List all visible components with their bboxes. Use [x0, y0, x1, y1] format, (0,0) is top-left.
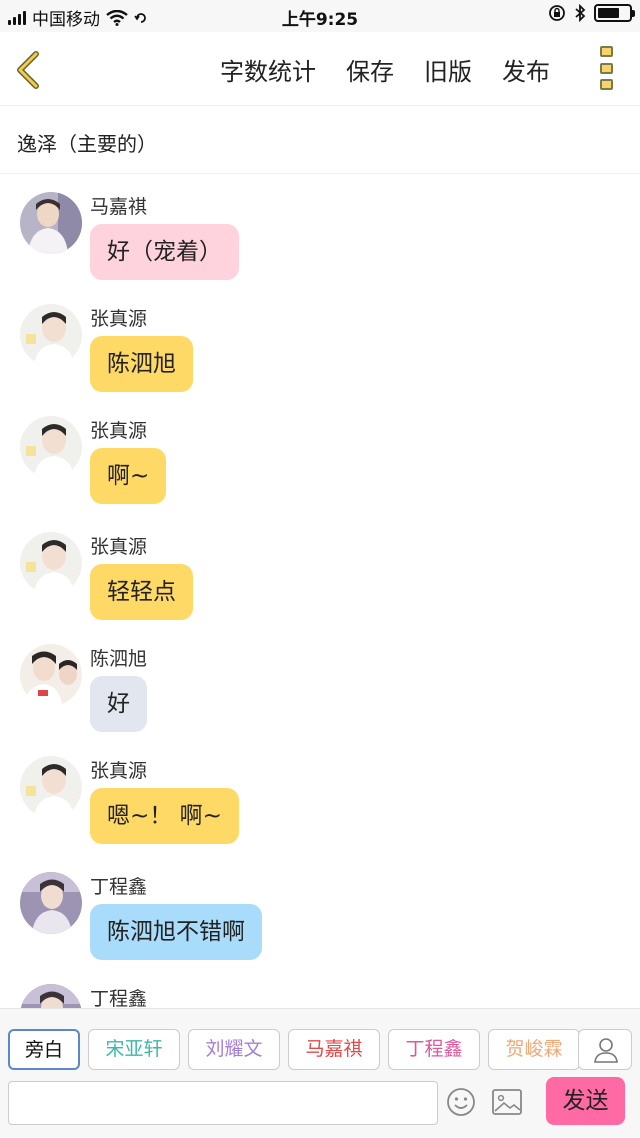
add-character-button[interactable] — [578, 1029, 632, 1070]
word-count-button[interactable]: 字数统计 — [220, 52, 316, 87]
orientation-lock-icon — [549, 5, 565, 21]
message-bubble[interactable]: 嗯~！ 啊~ — [90, 788, 239, 844]
sender-name: 张真源 — [90, 760, 148, 782]
character-chip[interactable]: 刘耀文 — [188, 1029, 280, 1070]
image-icon[interactable] — [491, 1087, 523, 1117]
sender-name: 马嘉祺 — [90, 196, 148, 218]
save-button[interactable]: 保存 — [346, 52, 394, 87]
character-chip-narrator[interactable]: 旁白 — [8, 1029, 80, 1070]
avatar[interactable] — [20, 192, 82, 254]
status-bar: 中国移动 上午9:25 — [0, 0, 640, 32]
composer-bar: 旁白 宋亚轩 刘耀文 马嘉祺 丁程鑫 贺峻霖 发送 — [0, 1008, 640, 1138]
sender-name: 张真源 — [90, 308, 148, 330]
avatar[interactable] — [20, 756, 82, 818]
character-selector: 旁白 宋亚轩 刘耀文 马嘉祺 丁程鑫 贺峻霖 — [8, 1029, 580, 1070]
more-menu-icon[interactable] — [600, 46, 614, 90]
message-bubble[interactable]: 好（宠着） — [90, 224, 239, 280]
person-icon — [594, 1038, 618, 1063]
avatar[interactable] — [20, 872, 82, 934]
character-chip[interactable]: 宋亚轩 — [88, 1029, 180, 1070]
message-bubble[interactable]: 好 — [90, 676, 147, 732]
avatar[interactable] — [20, 644, 82, 706]
status-time: 上午9:25 — [281, 10, 359, 30]
character-chip[interactable]: 丁程鑫 — [388, 1029, 480, 1070]
character-chip[interactable]: 贺峻霖 — [488, 1029, 580, 1070]
message-bubble[interactable]: 陈泗旭不错啊 — [90, 904, 262, 960]
avatar[interactable] — [20, 984, 82, 1008]
back-arrow-icon[interactable] — [14, 50, 46, 90]
message-bubble[interactable]: 陈泗旭 — [90, 336, 193, 392]
old-version-button[interactable]: 旧版 — [424, 52, 472, 87]
sender-name: 丁程鑫 — [90, 876, 148, 898]
send-button[interactable]: 发送 — [546, 1077, 625, 1125]
avatar[interactable] — [20, 304, 82, 366]
bluetooth-icon — [575, 4, 586, 22]
message-list[interactable]: 马嘉祺 好（宠着） 张真源 陈泗旭 张真源 啊~ 张真源 轻轻点 陈泗旭 好 张… — [0, 174, 640, 1008]
sender-name: 张真源 — [90, 420, 148, 442]
sender-name: 陈泗旭 — [90, 648, 148, 670]
message-bubble[interactable]: 轻轻点 — [90, 564, 193, 620]
battery-icon — [594, 4, 635, 22]
emoji-icon[interactable] — [446, 1087, 476, 1117]
message-input[interactable] — [8, 1081, 438, 1125]
publish-button[interactable]: 发布 — [502, 52, 550, 87]
story-title: 逸泽（主要的） — [0, 106, 640, 174]
character-chip[interactable]: 马嘉祺 — [288, 1029, 380, 1070]
sender-name: 丁程鑫 — [90, 988, 148, 1008]
avatar[interactable] — [20, 532, 82, 594]
avatar[interactable] — [20, 416, 82, 478]
top-navigation: 字数统计 保存 旧版 发布 — [0, 32, 640, 106]
sender-name: 张真源 — [90, 536, 148, 558]
message-bubble[interactable]: 啊~ — [90, 448, 167, 504]
